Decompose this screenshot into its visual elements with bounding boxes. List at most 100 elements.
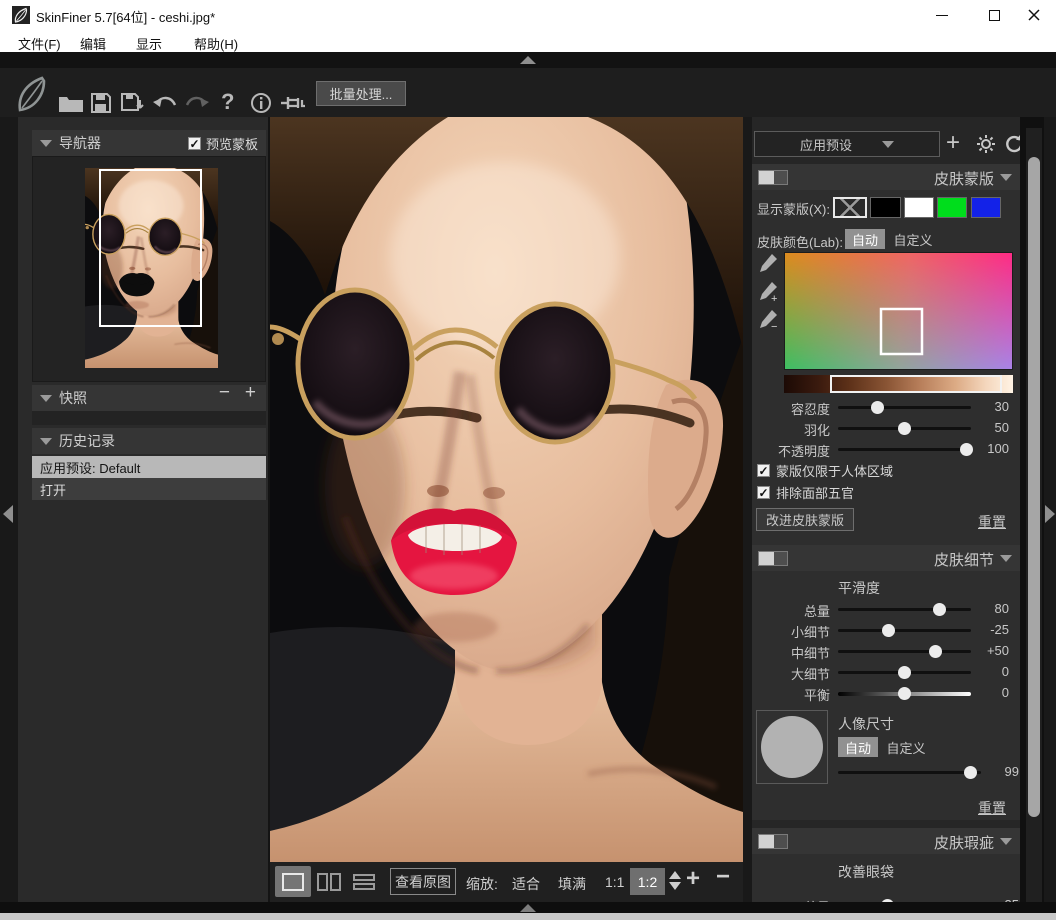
stepper-up-icon[interactable]	[669, 871, 681, 879]
skin-blemish-toggle[interactable]	[758, 834, 788, 849]
add-preset-button[interactable]: +	[946, 129, 960, 157]
slider-track[interactable]	[838, 650, 971, 653]
left-panel-collapse-arrow[interactable]	[3, 505, 13, 523]
exclude-facial-features-checkbox[interactable]: ✓	[757, 486, 770, 499]
navigator-title: 导航器	[59, 133, 101, 153]
help-icon[interactable]: ?	[221, 89, 234, 115]
photo-portrait	[270, 117, 743, 862]
slider-value: 0	[971, 685, 1009, 700]
image-canvas[interactable]	[270, 117, 743, 862]
navigator-header[interactable]: 导航器 ✓ 预览蒙板	[32, 130, 266, 156]
slider-thumb[interactable]	[964, 766, 977, 779]
zoom-fill-button[interactable]: 填满	[558, 874, 586, 894]
slider-track[interactable]	[838, 629, 971, 632]
title-bar: SkinFiner 5.7[64位] - ceshi.jpg*	[0, 0, 1056, 30]
plugin-icon[interactable]	[280, 94, 306, 112]
eyedropper-subtract-icon[interactable]: −	[758, 309, 778, 331]
snapshot-remove-button[interactable]: −	[219, 382, 230, 404]
slider-label: 容忍度	[752, 399, 830, 418]
viewer-toolbar: 查看原图 缩放: 适合 填满 1:1 1:2 + −	[270, 862, 743, 902]
slider-track[interactable]	[838, 671, 971, 674]
open-file-icon[interactable]	[58, 94, 84, 113]
preview-mask-checkbox[interactable]: ✓	[188, 137, 201, 150]
slider-track[interactable]	[838, 608, 971, 611]
skin-mask-toggle[interactable]	[758, 170, 788, 185]
skin-mask-title: 皮肤蒙版	[934, 168, 994, 189]
improve-eyebags-label: 改善眼袋	[838, 862, 894, 882]
improve-skin-mask-button[interactable]: 改进皮肤蒙版	[756, 508, 854, 531]
top-collapse-arrow[interactable]	[520, 56, 536, 64]
batch-process-button[interactable]: 批量处理...	[316, 81, 406, 106]
zoom-1-1-button[interactable]: 1:1	[605, 874, 624, 890]
skin-color-field[interactable]	[784, 252, 1013, 370]
bottom-collapse-arrow[interactable]	[520, 904, 536, 912]
skin-blemish-header[interactable]: 皮肤瑕疵	[752, 828, 1020, 854]
minimize-button[interactable]	[920, 0, 964, 30]
skin-detail-header[interactable]: 皮肤细节	[752, 545, 1020, 571]
close-button[interactable]	[1012, 0, 1056, 30]
apply-preset-dropdown[interactable]: 应用预设	[754, 131, 940, 157]
slider-thumb[interactable]	[882, 624, 895, 637]
slider-track[interactable]	[838, 692, 971, 696]
view-mode-split-horizontal-button[interactable]	[348, 868, 380, 895]
portrait-size-slider-row: 99	[752, 763, 1020, 783]
slider-thumb[interactable]	[898, 422, 911, 435]
save-as-icon[interactable]	[120, 92, 144, 114]
slider-thumb[interactable]	[929, 645, 942, 658]
slider-track[interactable]	[838, 771, 981, 774]
history-item-apply-preset[interactable]: 应用预设: Default	[32, 456, 266, 478]
settings-gear-icon[interactable]	[976, 134, 996, 154]
mask-body-only-checkbox[interactable]: ✓	[757, 464, 770, 477]
view-mode-single-button[interactable]	[275, 866, 311, 897]
right-panel-scrollbar-thumb[interactable]	[1028, 157, 1040, 817]
eyedropper-add-icon[interactable]: +	[758, 281, 778, 303]
slider-thumb[interactable]	[898, 666, 911, 679]
maximize-button[interactable]	[972, 0, 1016, 30]
svg-text:−: −	[771, 321, 777, 331]
view-mode-split-vertical-button[interactable]	[313, 868, 345, 895]
slider-value: 80	[971, 601, 1009, 616]
skin-color-custom-button[interactable]: 自定义	[889, 229, 937, 249]
slider-thumb[interactable]	[898, 687, 911, 700]
slider-thumb[interactable]	[933, 603, 946, 616]
skin-detail-reset-link[interactable]: 重置	[978, 798, 1006, 818]
mask-color-blue-swatch[interactable]	[971, 197, 1001, 218]
info-icon[interactable]	[250, 92, 272, 114]
mask-color-black-swatch[interactable]	[870, 197, 901, 218]
snapshot-title: 快照	[59, 388, 87, 408]
history-header[interactable]: 历史记录	[32, 428, 266, 454]
undo-icon[interactable]	[152, 94, 178, 112]
snapshot-header[interactable]: 快照 − +	[32, 385, 266, 411]
portrait-size-auto-button[interactable]: 自动	[838, 737, 878, 757]
view-original-button[interactable]: 查看原图	[390, 868, 456, 895]
mask-color-white-swatch[interactable]	[904, 197, 934, 218]
portrait-size-custom-button[interactable]: 自定义	[882, 737, 930, 757]
slider-track[interactable]	[838, 406, 971, 409]
mask-color-none-swatch[interactable]	[833, 197, 867, 218]
right-panel-collapse-arrow[interactable]	[1045, 505, 1055, 523]
slider-track[interactable]	[838, 448, 971, 451]
skin-color-auto-button[interactable]: 自动	[845, 229, 885, 249]
eyedropper-icon[interactable]	[758, 253, 778, 275]
zoom-1-2-button[interactable]: 1:2	[630, 868, 665, 895]
slider-thumb[interactable]	[871, 401, 884, 414]
navigator-view-rectangle[interactable]	[99, 169, 202, 327]
refresh-icon[interactable]	[1004, 134, 1020, 154]
skin-mask-reset-link[interactable]: 重置	[978, 512, 1006, 532]
skin-mask-header[interactable]: 皮肤蒙版	[752, 164, 1020, 190]
stepper-down-icon[interactable]	[669, 882, 681, 890]
skin-detail-toggle[interactable]	[758, 551, 788, 566]
history-item-open[interactable]: 打开	[32, 478, 266, 500]
mask-color-green-swatch[interactable]	[937, 197, 967, 218]
luminance-range-bar[interactable]	[784, 375, 1013, 393]
zoom-fit-button[interactable]: 适合	[512, 874, 540, 894]
slider-label: 小细节	[752, 622, 830, 641]
zoom-in-button[interactable]: +	[686, 865, 700, 893]
slider-track[interactable]	[838, 427, 971, 430]
zoom-out-button[interactable]: −	[716, 863, 730, 891]
snapshot-add-button[interactable]: +	[245, 382, 256, 404]
redo-icon[interactable]	[184, 94, 210, 112]
save-icon[interactable]	[90, 92, 112, 114]
zoom-stepper[interactable]	[669, 871, 681, 890]
luminance-range-selection[interactable]	[830, 375, 1002, 393]
